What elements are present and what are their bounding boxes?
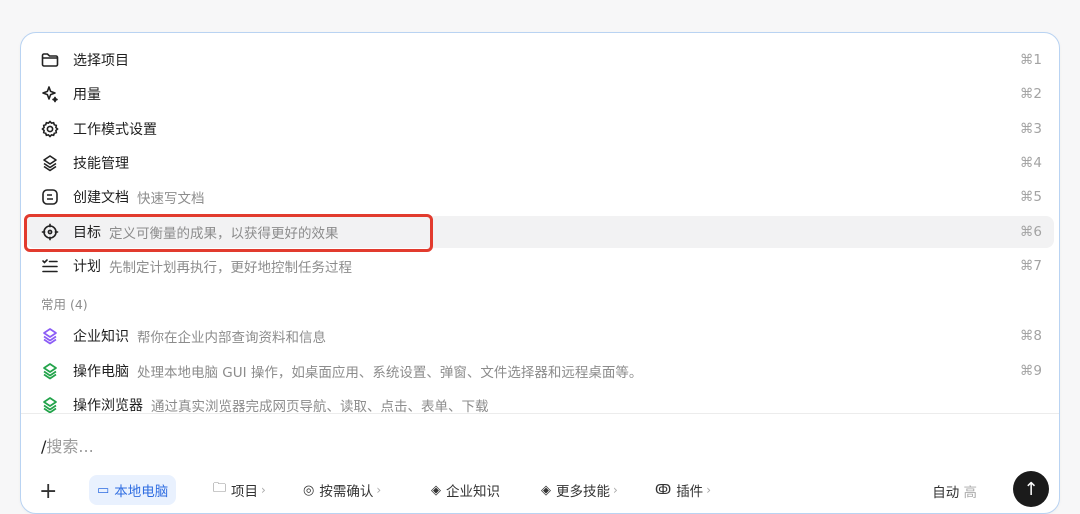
search-input[interactable]: /搜索... xyxy=(41,433,94,457)
send-button[interactable]: ↑ xyxy=(1013,471,1049,507)
composer-toolbar: + ▭ 本地电脑 🗀 项目 › ◎ 按需确认 › ◈ 企业知识 ◈ 更多技能 › ↂ … xyxy=(21,471,1059,513)
shortcut-hint: ⌘7 xyxy=(1019,258,1042,274)
menu-item-label: 企业知识 xyxy=(73,329,129,345)
menu-item-select-project[interactable]: 选择项目 ⌘1 xyxy=(26,44,1054,76)
chip-label: 本地电脑 xyxy=(114,484,169,500)
menu-item-label: 用量 xyxy=(73,87,101,103)
monitor-icon: ▭ xyxy=(97,482,110,498)
shortcut-hint: ⌘8 xyxy=(1019,328,1042,344)
menu-item-enterprise-knowledge[interactable]: 企业知识 帮你在企业内部查询资料和信息 ⌘8 xyxy=(26,320,1054,352)
command-palette: 选择项目 ⌘1 用量 ⌘2 工作模式设置 ⌘3 技能管理 ⌘4 创建文档 快速写… xyxy=(20,32,1060,514)
menu-item-label: 计划 xyxy=(73,259,101,275)
gear-icon xyxy=(40,119,60,139)
menu-item-description: 帮你在企业内部查询资料和信息 xyxy=(137,330,326,346)
menu-item-description: 快速写文档 xyxy=(137,191,205,207)
project-chip[interactable]: 🗀 项目 › xyxy=(213,475,266,505)
menu-item-label: 选择项目 xyxy=(73,53,129,69)
menu-item-skill-management[interactable]: 技能管理 ⌘4 xyxy=(26,147,1054,179)
layers-icon: ◈ xyxy=(541,482,551,498)
chip-label: 插件 xyxy=(676,484,704,500)
menu-item-label: 操作电脑 xyxy=(73,364,129,380)
search-placeholder: 搜索... xyxy=(46,437,94,456)
menu-item-operate-browser[interactable]: 操作浏览器 通过真实浏览器完成网页导航、读取、点击、表单、下载 xyxy=(26,389,1054,421)
shortcut-hint: ⌘6 xyxy=(1019,224,1042,240)
menu-item-label: 工作模式设置 xyxy=(73,122,157,138)
auto-mode-selector[interactable]: 自动 高 xyxy=(932,481,977,501)
chip-label: 项目 xyxy=(231,484,259,500)
menu-item-label: 操作浏览器 xyxy=(73,398,143,414)
chip-label: 企业知识 xyxy=(446,484,500,500)
plugins-chip[interactable]: ↂ 插件 › xyxy=(655,475,711,505)
shortcut-hint: ⌘4 xyxy=(1019,155,1042,171)
chevron-icon: › xyxy=(261,483,266,497)
menu-item-work-mode-settings[interactable]: 工作模式设置 ⌘3 xyxy=(26,113,1054,145)
menu-item-description: 先制定计划再执行，更好地控制任务过程 xyxy=(109,260,352,276)
confirm-mode-chip[interactable]: ◎ 按需确认 › xyxy=(303,475,381,505)
menu-item-usage[interactable]: 用量 ⌘2 xyxy=(26,78,1054,110)
sparkle-icon xyxy=(40,84,60,104)
layers-icon: ◈ xyxy=(431,482,441,498)
more-skills-chip[interactable]: ◈ 更多技能 › xyxy=(541,475,618,505)
green-layers-icon xyxy=(40,361,60,381)
plug-icon: ↂ xyxy=(655,482,672,498)
green-layers-icon xyxy=(40,395,60,415)
local-computer-chip[interactable]: ▭ 本地电脑 xyxy=(89,475,177,505)
shortcut-hint: ⌘1 xyxy=(1019,52,1042,68)
purple-layers-icon xyxy=(40,326,60,346)
auto-label: 自动 xyxy=(932,485,960,501)
menu-item-label: 技能管理 xyxy=(73,156,129,172)
checklist-icon xyxy=(40,256,60,276)
menu-item-description: 处理本地电脑 GUI 操作，如桌面应用、系统设置、弹窗、文件选择器和远程桌面等。 xyxy=(137,365,643,381)
shortcut-hint: ⌘3 xyxy=(1019,121,1042,137)
folder-icon: 🗀 xyxy=(213,481,227,496)
enterprise-knowledge-chip[interactable]: ◈ 企业知识 xyxy=(431,475,500,505)
chip-label: 更多技能 xyxy=(556,484,610,500)
section-header-common: 常用 (4) xyxy=(41,297,88,312)
menu-item-plan[interactable]: 计划 先制定计划再执行，更好地控制任务过程 ⌘7 xyxy=(26,250,1054,282)
chip-label: 按需确认 xyxy=(319,484,374,500)
shortcut-hint: ⌘9 xyxy=(1019,363,1042,379)
target-icon xyxy=(40,222,60,242)
add-button[interactable]: + xyxy=(39,479,57,504)
folder-icon xyxy=(40,50,60,70)
chevron-icon: › xyxy=(376,483,382,497)
divider xyxy=(21,413,1059,414)
menu-item-label: 创建文档 xyxy=(73,190,129,206)
arrow-up-icon: ↑ xyxy=(1023,478,1039,500)
chevron-icon: › xyxy=(706,483,711,497)
menu-item-create-document[interactable]: 创建文档 快速写文档 ⌘5 xyxy=(26,181,1054,213)
check-circle-icon: ◎ xyxy=(303,482,315,498)
auto-level: 高 xyxy=(963,485,978,501)
shortcut-hint: ⌘5 xyxy=(1019,189,1042,205)
menu-item-description: 通过真实浏览器完成网页导航、读取、点击、表单、下载 xyxy=(151,399,489,415)
chevron-icon: › xyxy=(613,483,618,497)
menu-item-operate-computer[interactable]: 操作电脑 处理本地电脑 GUI 操作，如桌面应用、系统设置、弹窗、文件选择器和远… xyxy=(26,355,1054,387)
menu-item-description: 定义可衡量的成果，以获得更好的效果 xyxy=(109,226,339,242)
shortcut-hint: ⌘2 xyxy=(1019,86,1042,102)
menu-item-goal[interactable]: 目标 定义可衡量的成果，以获得更好的效果 ⌘6 xyxy=(26,216,1054,248)
layers-icon xyxy=(40,153,60,173)
document-icon xyxy=(40,187,60,207)
menu-item-label: 目标 xyxy=(73,225,101,241)
